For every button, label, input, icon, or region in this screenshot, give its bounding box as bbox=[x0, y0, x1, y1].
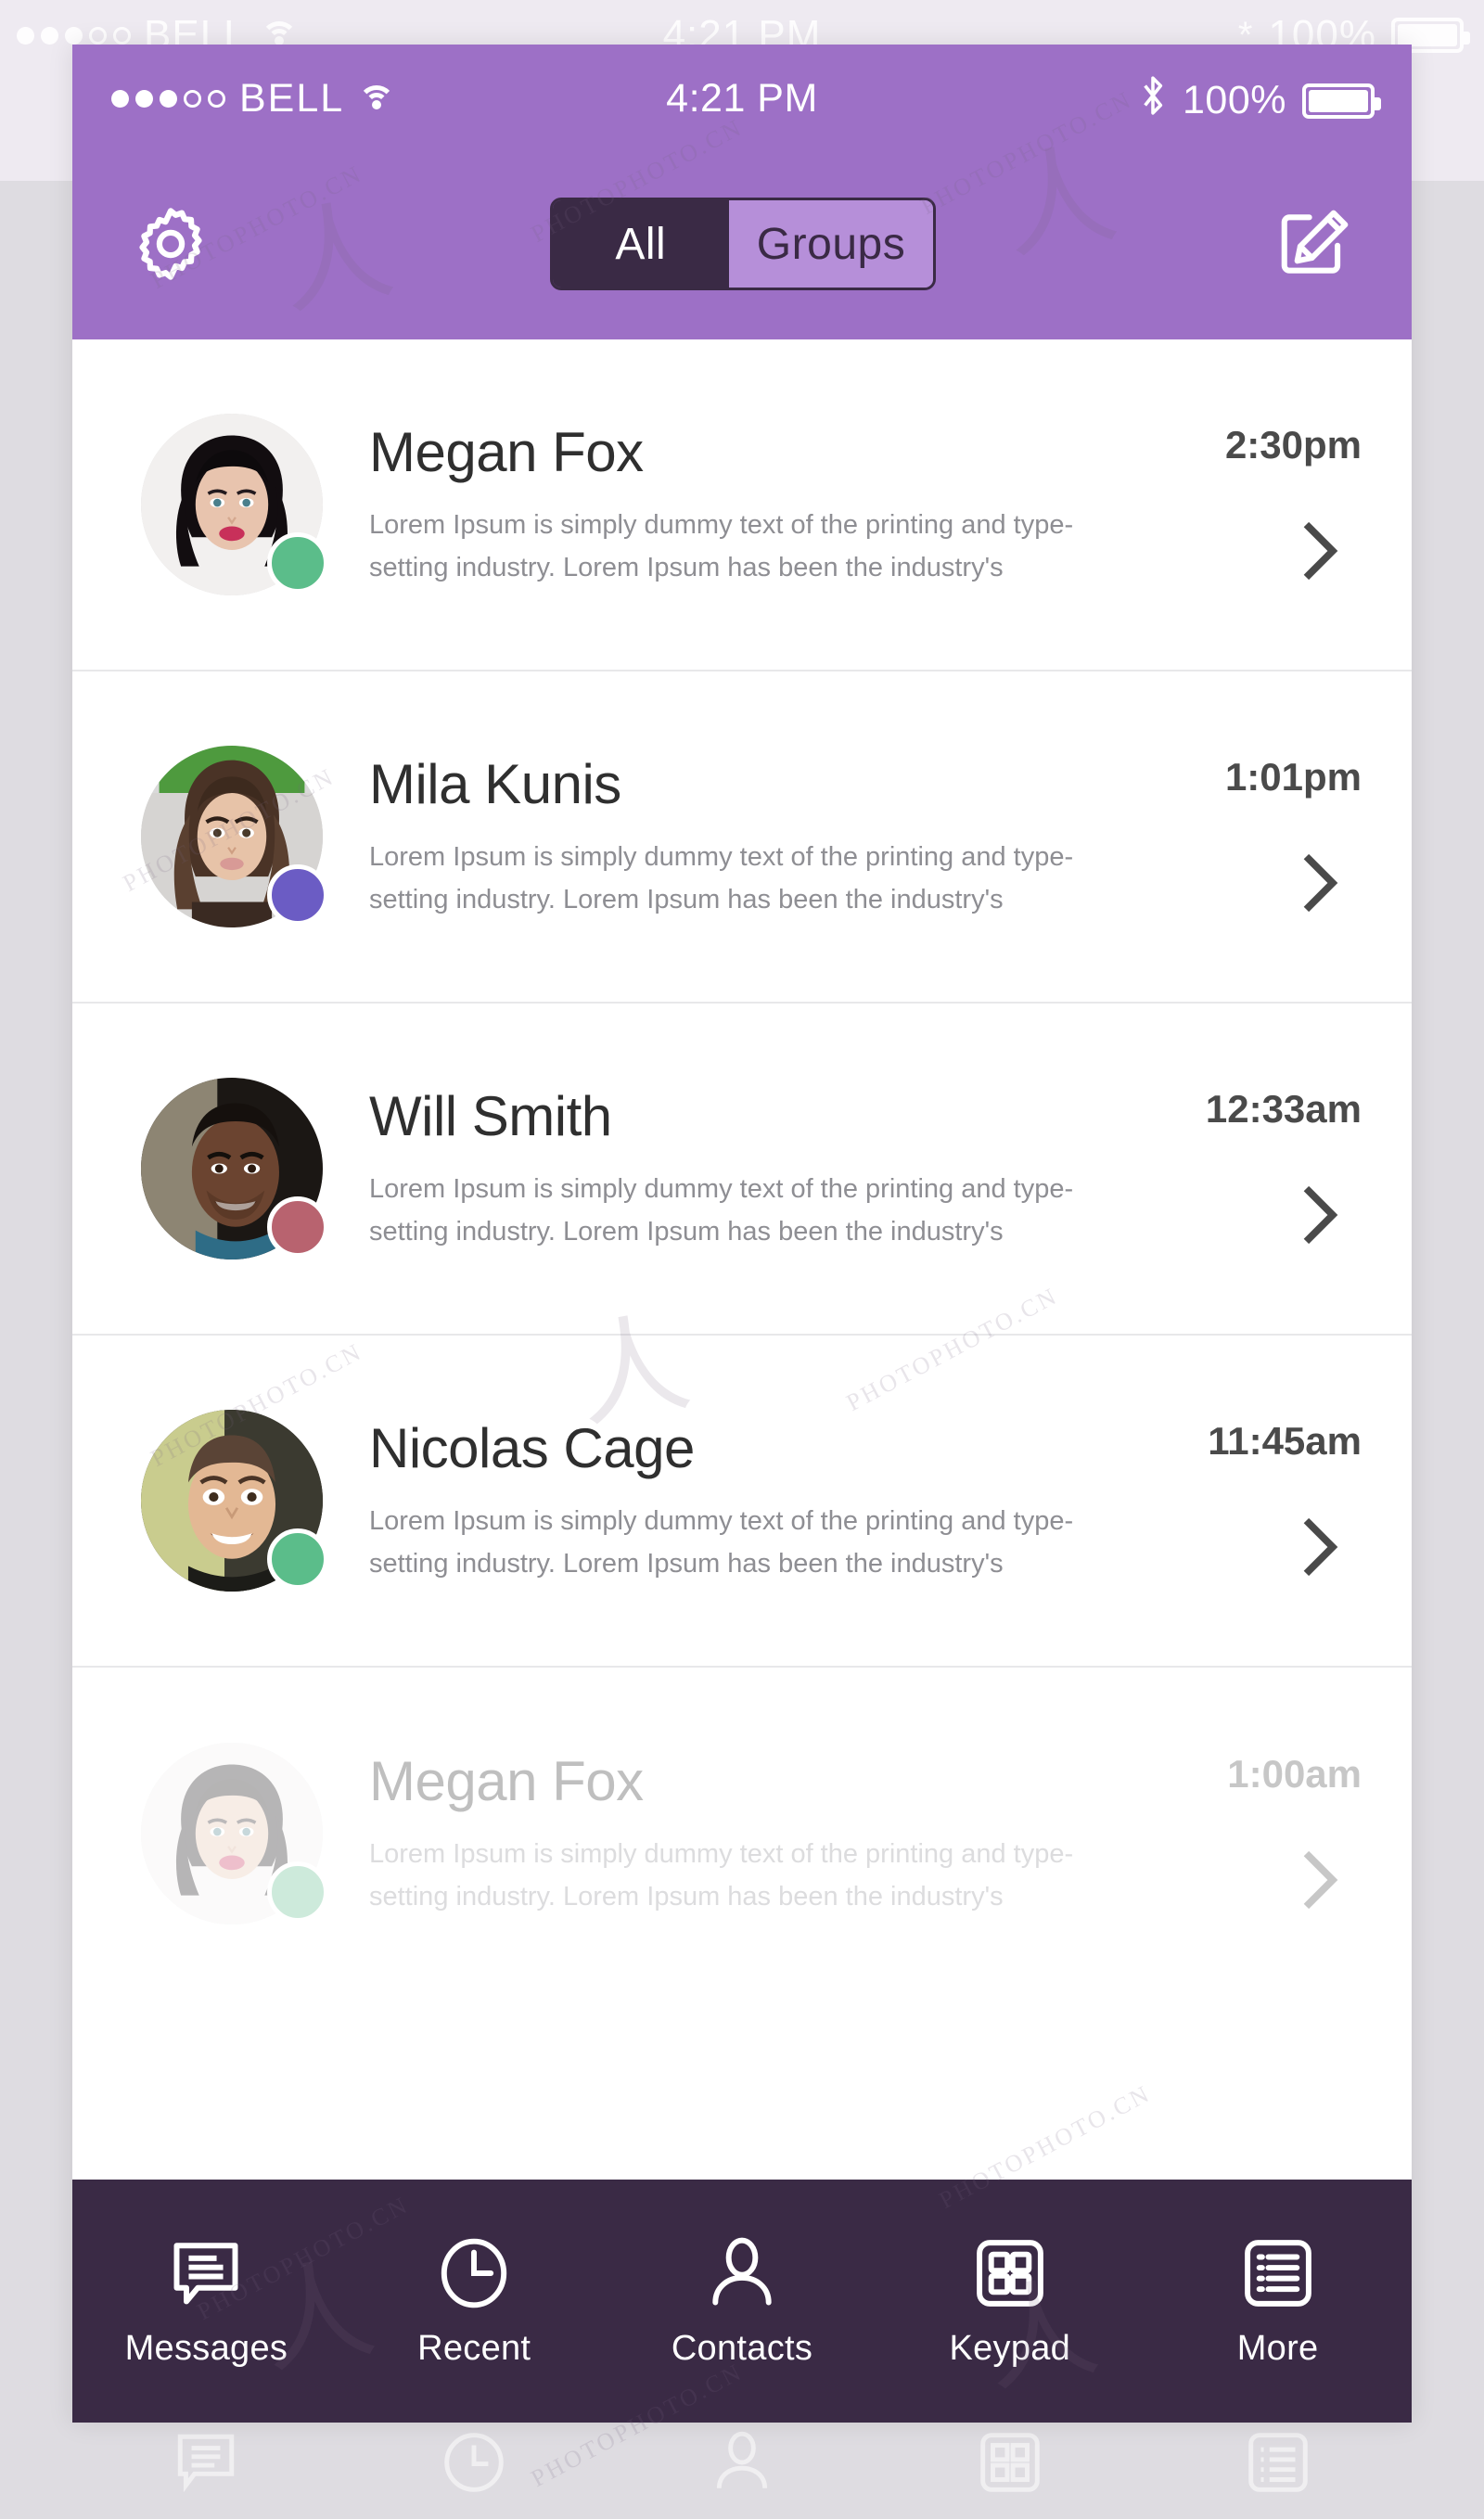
chevron-right-icon[interactable] bbox=[1297, 1182, 1345, 1248]
avatar[interactable] bbox=[141, 1078, 328, 1260]
tab-label: Keypad bbox=[949, 2328, 1071, 2368]
background-tab-contacts bbox=[608, 2423, 876, 2497]
status-badge bbox=[267, 1528, 328, 1590]
message-preview: Lorem Ipsum is simply dummy text of the … bbox=[369, 1174, 1074, 1247]
table-row[interactable]: Megan Fox Lorem Ipsum is simply dummy te… bbox=[72, 1668, 1412, 2000]
tab-keypad[interactable]: Keypad bbox=[876, 2234, 1144, 2369]
table-row[interactable]: Megan Fox Lorem Ipsum is simply dummy te… bbox=[72, 339, 1412, 671]
avatar[interactable] bbox=[141, 1410, 328, 1592]
nav-row: All Groups bbox=[72, 148, 1412, 339]
status-bar: BELL 4:21 PM 100% bbox=[72, 45, 1412, 148]
tab-label: Contacts bbox=[671, 2328, 813, 2368]
row-meta: 1:00am bbox=[1156, 1743, 1369, 1924]
battery-full-icon bbox=[1302, 83, 1381, 119]
chevron-right-icon[interactable] bbox=[1297, 518, 1345, 584]
message-preview: Lorem Ipsum is simply dummy text of the … bbox=[369, 1506, 1074, 1579]
tab-messages[interactable]: Messages bbox=[72, 2234, 340, 2369]
message-bubble-icon bbox=[167, 2234, 245, 2312]
list-icon bbox=[1239, 2234, 1317, 2312]
table-row[interactable]: Mila Kunis Lorem Ipsum is simply dummy t… bbox=[72, 671, 1412, 1004]
timestamp: 1:01pm bbox=[1224, 755, 1362, 799]
row-meta: 2:30pm bbox=[1156, 414, 1369, 595]
row-body: Nicolas Cage Lorem Ipsum is simply dummy… bbox=[323, 1416, 1156, 1584]
gear-icon[interactable] bbox=[130, 203, 211, 285]
battery-percent-label: 100% bbox=[1183, 78, 1286, 122]
clock-icon bbox=[435, 2234, 513, 2312]
contact-name: Megan Fox bbox=[369, 421, 644, 484]
tab-contacts[interactable]: Contacts bbox=[608, 2234, 876, 2369]
chevron-right-icon[interactable] bbox=[1297, 850, 1345, 916]
background-tab-messages bbox=[72, 2423, 340, 2497]
message-preview: Lorem Ipsum is simply dummy text of the … bbox=[369, 1839, 1074, 1912]
table-row[interactable]: Will Smith Lorem Ipsum is simply dummy t… bbox=[72, 1004, 1412, 1336]
message-preview: Lorem Ipsum is simply dummy text of the … bbox=[369, 842, 1074, 914]
person-icon bbox=[703, 2234, 781, 2312]
status-badge bbox=[267, 864, 328, 926]
tab-recent[interactable]: Recent bbox=[340, 2234, 608, 2369]
background-tab-recent bbox=[340, 2423, 608, 2497]
grid-squares-icon bbox=[971, 2234, 1049, 2312]
avatar[interactable] bbox=[141, 746, 328, 927]
timestamp: 2:30pm bbox=[1224, 423, 1362, 467]
app-header: BELL 4:21 PM 100% All Groups bbox=[72, 45, 1412, 339]
row-body: Will Smith Lorem Ipsum is simply dummy t… bbox=[323, 1084, 1156, 1252]
message-preview: Lorem Ipsum is simply dummy text of the … bbox=[369, 510, 1074, 582]
segment-groups[interactable]: Groups bbox=[728, 200, 934, 288]
tab-label: More bbox=[1236, 2328, 1319, 2368]
status-bar-right: 100% bbox=[1139, 74, 1381, 127]
row-body: Mila Kunis Lorem Ipsum is simply dummy t… bbox=[323, 752, 1156, 920]
row-body: Megan Fox Lorem Ipsum is simply dummy te… bbox=[323, 420, 1156, 588]
contact-name: Mila Kunis bbox=[369, 753, 621, 816]
background-tab-bar bbox=[72, 2423, 1412, 2519]
background-tab-keypad bbox=[876, 2423, 1144, 2497]
row-body: Megan Fox Lorem Ipsum is simply dummy te… bbox=[323, 1749, 1156, 1917]
row-meta: 1:01pm bbox=[1156, 746, 1369, 927]
bluetooth-icon bbox=[1139, 74, 1167, 127]
contact-name: Nicolas Cage bbox=[369, 1417, 695, 1480]
chevron-right-icon[interactable] bbox=[1297, 1514, 1345, 1580]
row-meta: 11:45am bbox=[1156, 1410, 1369, 1592]
timestamp: 11:45am bbox=[1208, 1419, 1362, 1463]
avatar[interactable] bbox=[141, 414, 328, 595]
tab-bar: Messages Recent Contacts Keypad More bbox=[72, 2180, 1412, 2423]
avatar[interactable] bbox=[141, 1743, 328, 1924]
tab-label: Messages bbox=[124, 2328, 288, 2368]
contact-name: Will Smith bbox=[369, 1085, 612, 1148]
status-badge bbox=[267, 532, 328, 594]
row-meta: 12:33am bbox=[1156, 1078, 1369, 1260]
timestamp: 1:00am bbox=[1227, 1752, 1362, 1796]
contact-name: Megan Fox bbox=[369, 1750, 644, 1813]
tab-more[interactable]: More bbox=[1144, 2234, 1412, 2369]
segment-all[interactable]: All bbox=[552, 200, 729, 288]
chevron-right-icon[interactable] bbox=[1297, 1847, 1345, 1913]
background-tab-more bbox=[1144, 2423, 1412, 2497]
tab-label: Recent bbox=[417, 2328, 531, 2368]
status-badge bbox=[267, 1196, 328, 1258]
compose-pencil-icon[interactable] bbox=[1274, 204, 1354, 284]
conversation-list: Megan Fox Lorem Ipsum is simply dummy te… bbox=[72, 339, 1412, 2000]
timestamp: 12:33am bbox=[1205, 1087, 1362, 1131]
filter-segmented-control[interactable]: All Groups bbox=[549, 198, 937, 290]
table-row[interactable]: Nicolas Cage Lorem Ipsum is simply dummy… bbox=[72, 1336, 1412, 1668]
phone-screen: BELL 4:21 PM 100% All Groups Megan Fox L… bbox=[72, 45, 1412, 2423]
status-badge bbox=[267, 1861, 328, 1923]
